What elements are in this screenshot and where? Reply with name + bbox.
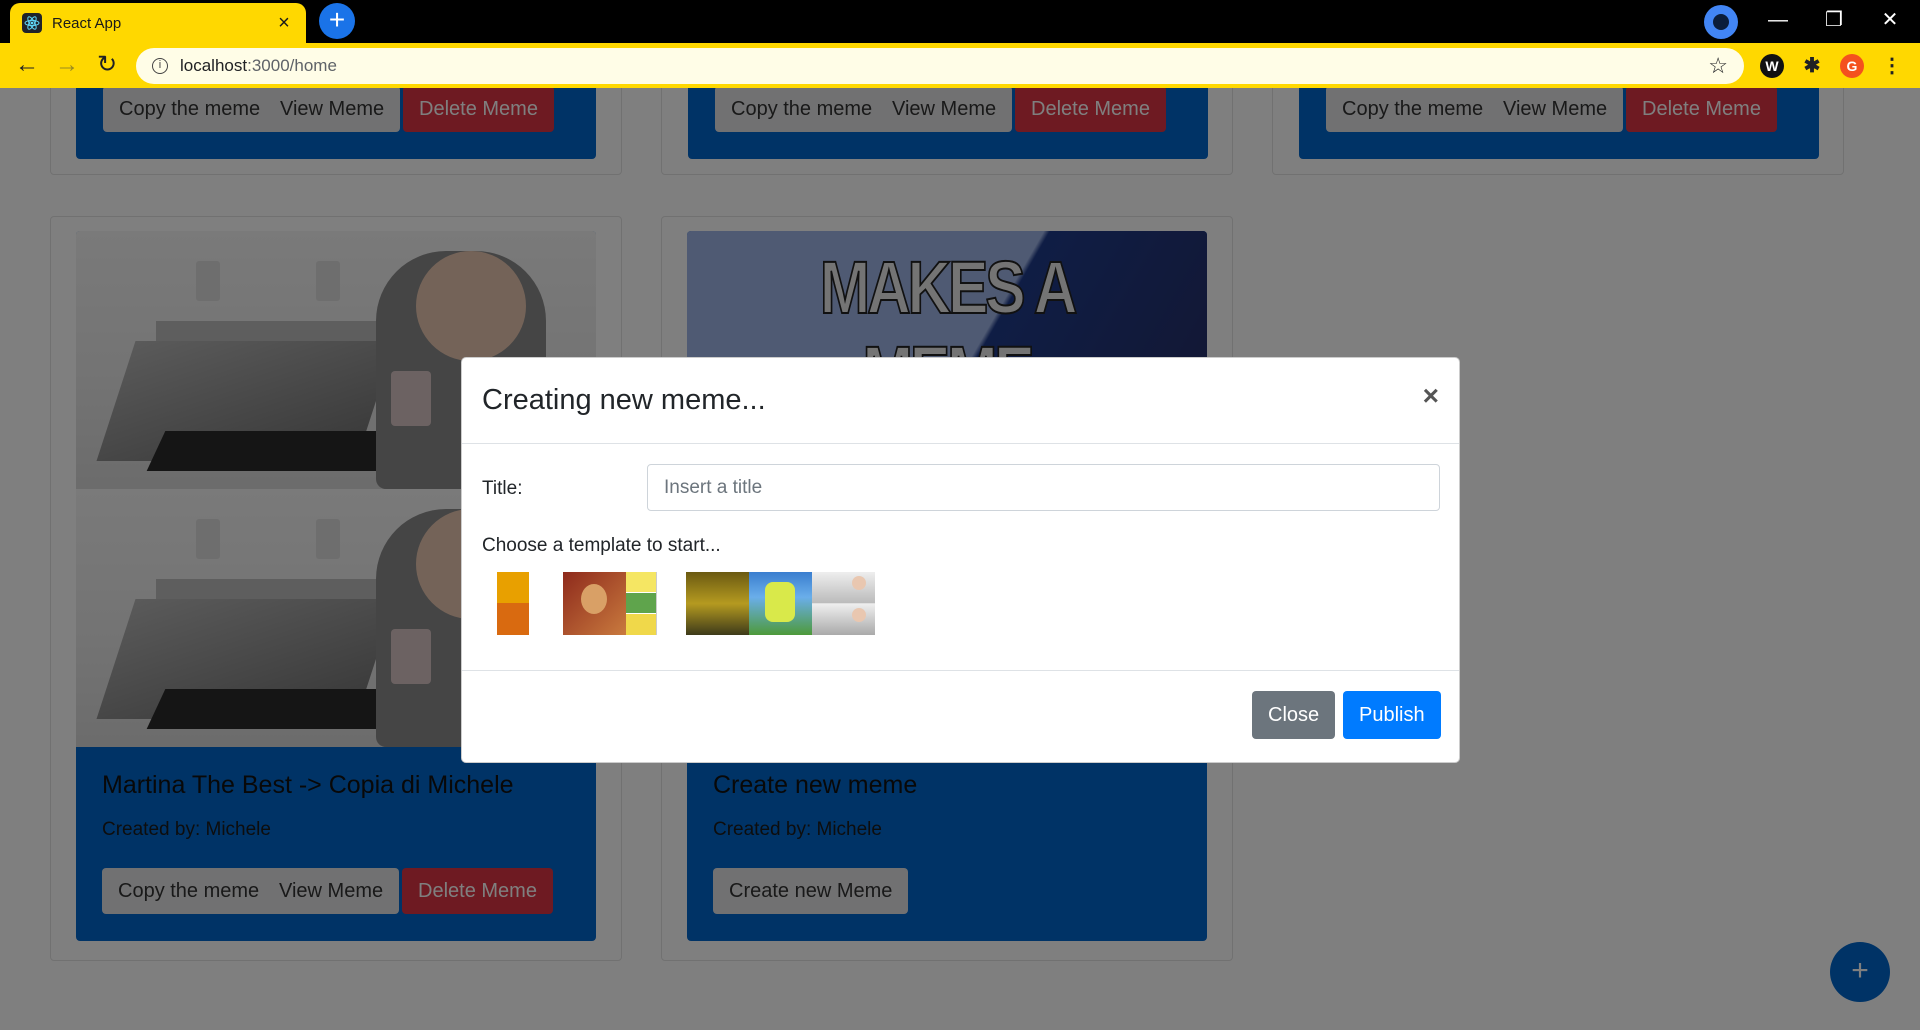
bookmark-star-icon[interactable]: ☆ — [1708, 53, 1728, 79]
extension-w-icon[interactable]: W — [1760, 54, 1784, 78]
close-button[interactable]: Close — [1252, 691, 1336, 739]
template-thumbnail-kuzco[interactable] — [563, 572, 626, 635]
window-close-icon[interactable]: ✕ — [1862, 0, 1918, 40]
url-text: localhost:3000/home — [180, 56, 337, 75]
modal-body: Title: Choose a template to start... — [462, 444, 1459, 635]
tab-close-icon[interactable]: × — [274, 12, 294, 35]
modal-close-icon[interactable]: × — [1423, 380, 1439, 412]
template-thumbnail-dragon[interactable] — [686, 572, 749, 635]
forward-arrow-icon[interactable]: → — [52, 51, 82, 81]
create-meme-modal: Creating new meme... × Title: Choose a t… — [461, 357, 1460, 763]
minimize-icon[interactable]: — — [1750, 0, 1806, 40]
site-info-icon[interactable]: i — [152, 58, 168, 74]
browser-tab[interactable]: React App × — [10, 3, 306, 43]
reload-icon[interactable]: ↻ — [92, 51, 122, 81]
template-thumbnail-spongebob[interactable] — [626, 572, 686, 635]
new-tab-button[interactable]: + — [319, 3, 355, 39]
browser-profile-icon[interactable] — [1704, 5, 1738, 39]
template-thumbnail-mocking-spongebob[interactable] — [749, 572, 812, 635]
title-label: Title: — [482, 478, 523, 499]
address-bar[interactable]: i localhost:3000/home ☆ — [136, 48, 1744, 84]
browser-menu-icon[interactable]: ⋮ — [1880, 54, 1904, 78]
modal-footer: Close Publish — [462, 670, 1459, 764]
template-thumbnail-drake[interactable] — [497, 572, 529, 635]
back-arrow-icon[interactable]: ← — [12, 51, 42, 81]
restore-icon[interactable]: ❐ — [1806, 0, 1862, 40]
title-input[interactable] — [647, 464, 1440, 511]
profile-avatar[interactable]: G — [1840, 54, 1864, 78]
browser-toolbar: ← → ↻ i localhost:3000/home ☆ W ✱ G ⋮ — [0, 43, 1920, 88]
react-logo-icon — [22, 13, 42, 33]
extensions-puzzle-icon[interactable]: ✱ — [1800, 54, 1824, 78]
choose-template-label: Choose a template to start... — [482, 535, 721, 556]
browser-tabstrip: React App × + — ❐ ✕ — [0, 0, 1920, 43]
modal-title: Creating new meme... — [482, 384, 766, 416]
tab-title: React App — [52, 14, 122, 32]
modal-header: Creating new meme... × — [462, 358, 1459, 444]
publish-button[interactable]: Publish — [1343, 691, 1441, 739]
template-thumbnail-harold[interactable] — [812, 572, 875, 635]
